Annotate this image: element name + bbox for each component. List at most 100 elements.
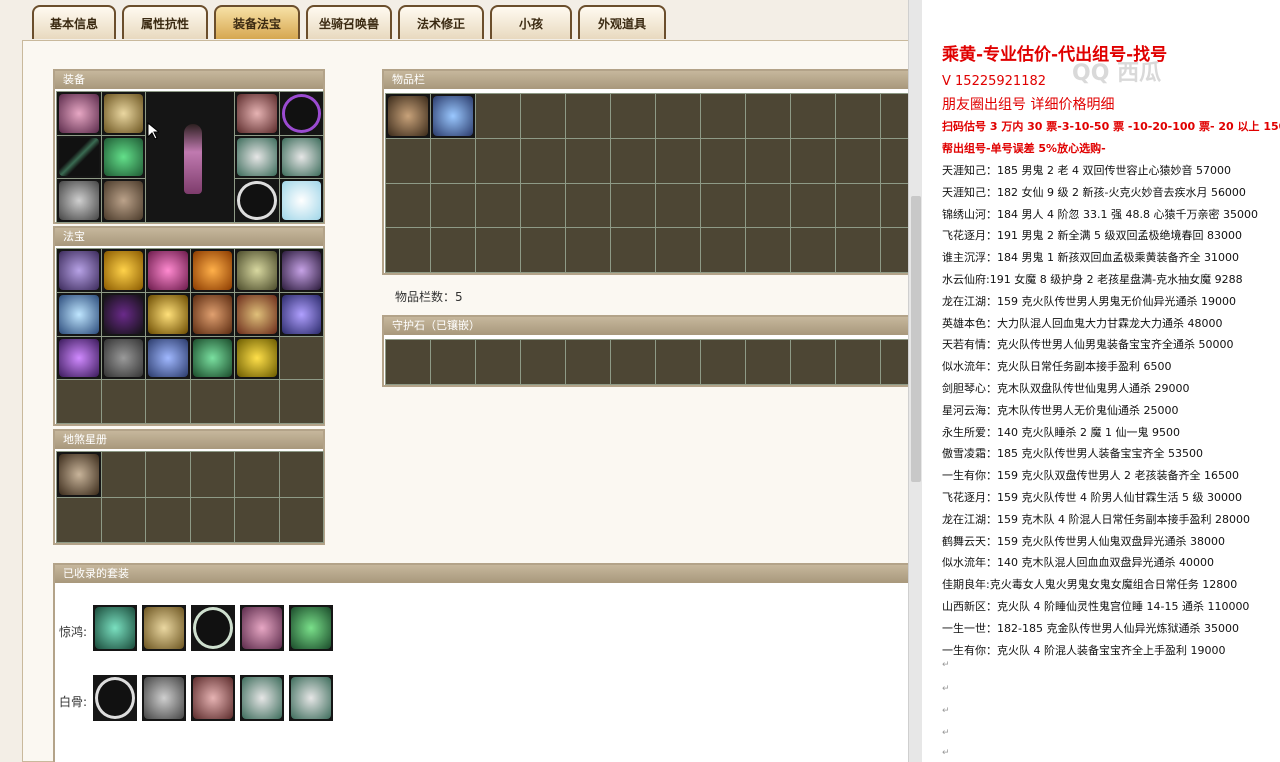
fabao-slot[interactable]	[57, 292, 101, 336]
set-item[interactable]	[93, 605, 137, 651]
set-item[interactable]	[191, 675, 235, 721]
set-item[interactable]	[142, 675, 186, 721]
doc-line: 一生一世：182-185 克金队传世男人仙异光炼狱通杀 35000	[942, 621, 1239, 635]
doc-line: 飞花逐月：159 克火队传世 4 阶男人仙甘霖生活 5 级 30000	[942, 491, 1242, 504]
tab-mounts-pets[interactable]: 坐骑召唤兽	[306, 5, 392, 39]
set-item[interactable]	[289, 675, 333, 721]
equip-slot[interactable]	[101, 179, 145, 222]
doc-contact-sub: 朋友圈出组号 详细价格明细	[942, 97, 1115, 113]
equip-slot[interactable]	[279, 179, 323, 222]
tab-child[interactable]: 小孩	[490, 5, 572, 39]
inventory-slot[interactable]	[386, 94, 430, 138]
dizhi-slot[interactable]	[101, 497, 145, 542]
dizhi-slot[interactable]	[279, 497, 323, 542]
set-jinghong-row	[93, 605, 333, 651]
set-item[interactable]	[142, 605, 186, 651]
doc-note: 帮出组号-单号误差 5%放心选购-	[942, 142, 1106, 155]
doc-line: 龙在江湖：159 克火队传世男人男鬼无价仙异光通杀 19000	[942, 294, 1236, 308]
guard-stone-header: 守护石（已镶嵌）	[384, 317, 910, 335]
doc-line: 佳期良年:克火毒女人鬼火男鬼女鬼女魔组合日常任务 12800	[942, 578, 1238, 592]
dizhi-slot[interactable]	[235, 497, 279, 542]
app-window: 基本信息 属性抗性 装备法宝 坐骑召唤兽 法术修正 小孩 外观道具 装备 法宝 …	[0, 0, 1280, 762]
set-item[interactable]	[240, 675, 284, 721]
fabao-slot[interactable]	[101, 292, 145, 336]
fabao-header: 法宝	[55, 228, 323, 246]
set-item[interactable]	[240, 605, 284, 651]
equip-slot[interactable]	[235, 92, 279, 135]
set-baigu-row	[93, 675, 333, 721]
sets-panel: 已收录的套装 惊鸿: 白骨:	[53, 563, 910, 762]
fabao-slot[interactable]	[279, 336, 323, 380]
equipment-header: 装备	[55, 71, 323, 89]
dizhi-header: 地煞星册	[55, 431, 323, 449]
dizhi-slot[interactable]	[57, 452, 101, 497]
equip-slot[interactable]	[57, 135, 101, 179]
fabao-slot[interactable]	[235, 380, 279, 423]
dizhi-slot[interactable]	[279, 452, 323, 497]
fabao-slot[interactable]	[146, 292, 190, 336]
equip-slot[interactable]	[279, 92, 323, 135]
fabao-slot[interactable]	[101, 249, 145, 292]
guard-stone-grid	[385, 339, 910, 385]
character-panel: 基本信息 属性抗性 装备法宝 坐骑召唤兽 法术修正 小孩 外观道具 装备 法宝 …	[0, 0, 910, 762]
inventory-panel: 物品栏	[382, 69, 910, 275]
item-count: 物品栏数：5	[395, 290, 463, 304]
scrollbar-thumb[interactable]	[911, 196, 921, 482]
set-item[interactable]	[93, 675, 137, 721]
equipment-grid	[56, 91, 324, 223]
doc-line: 剑胆琴心：克木队双盘队传世仙鬼男人通杀 29000	[942, 382, 1190, 395]
fabao-slot[interactable]	[101, 380, 145, 423]
inventory-header: 物品栏	[384, 71, 910, 89]
tab-appearance[interactable]: 外观道具	[578, 5, 666, 39]
doc-line: 永生所爱：140 克火队睡杀 2 魔 1 仙一鬼 9500	[942, 425, 1180, 439]
set-item[interactable]	[191, 605, 235, 651]
equip-slot[interactable]	[57, 179, 101, 222]
fabao-grid	[56, 248, 324, 424]
watermark: QQ 西瓜	[1072, 61, 1162, 86]
doc-line: 天若有情：克火队传世男人仙男鬼装备宝宝齐全通杀 50000	[942, 338, 1234, 352]
fabao-slot[interactable]	[146, 249, 190, 292]
inventory-slot[interactable]	[431, 94, 475, 138]
equip-slot[interactable]	[279, 135, 323, 179]
dizhi-slot[interactable]	[235, 452, 279, 497]
doc-price-rule: 扫码估号 3 万内 30 票-3-10-50 票 -10-20-100 票- 2…	[942, 120, 1280, 133]
fabao-slot[interactable]	[235, 292, 279, 336]
equip-slot[interactable]	[57, 92, 101, 135]
dizhi-slot[interactable]	[146, 452, 190, 497]
fabao-slot[interactable]	[57, 249, 101, 292]
set-item[interactable]	[289, 605, 333, 651]
fabao-slot[interactable]	[101, 336, 145, 380]
tab-equipment[interactable]: 装备法宝	[214, 5, 300, 39]
vertical-scrollbar[interactable]	[908, 0, 922, 762]
fabao-slot[interactable]	[57, 336, 101, 380]
equipment-panel: 装备	[53, 69, 325, 224]
fabao-slot[interactable]	[57, 380, 101, 423]
dizhi-slot[interactable]	[190, 497, 234, 542]
fabao-slot[interactable]	[146, 380, 190, 423]
tab-spell-correction[interactable]: 法术修正	[398, 5, 484, 39]
equip-slot[interactable]	[101, 92, 145, 135]
dizhi-slot[interactable]	[146, 497, 190, 542]
fabao-slot[interactable]	[235, 249, 279, 292]
equip-slot[interactable]	[235, 135, 279, 179]
doc-line: 龙在江湖：159 克木队 4 阶混人日常任务副本接手盈利 28000	[942, 512, 1250, 526]
fabao-slot[interactable]	[190, 336, 234, 380]
fabao-slot[interactable]	[190, 292, 234, 336]
fabao-slot[interactable]	[146, 336, 190, 380]
fabao-slot[interactable]	[235, 336, 279, 380]
character-portrait	[146, 92, 234, 222]
fabao-slot[interactable]	[190, 249, 234, 292]
fabao-slot[interactable]	[279, 249, 323, 292]
fabao-slot[interactable]	[279, 380, 323, 423]
dizhi-slot[interactable]	[190, 452, 234, 497]
equip-slot[interactable]	[101, 135, 145, 179]
fabao-slot[interactable]	[190, 380, 234, 423]
dizhi-slot[interactable]	[101, 452, 145, 497]
dizhi-grid	[56, 451, 324, 543]
fabao-slot[interactable]	[279, 292, 323, 336]
tab-basic-info[interactable]: 基本信息	[32, 5, 116, 39]
doc-line: 傲雪凌霜：185 克火队传世男人装备宝宝齐全 53500	[942, 447, 1203, 461]
dizhi-slot[interactable]	[57, 497, 101, 542]
tab-attributes[interactable]: 属性抗性	[122, 5, 208, 39]
equip-slot[interactable]	[235, 179, 279, 222]
